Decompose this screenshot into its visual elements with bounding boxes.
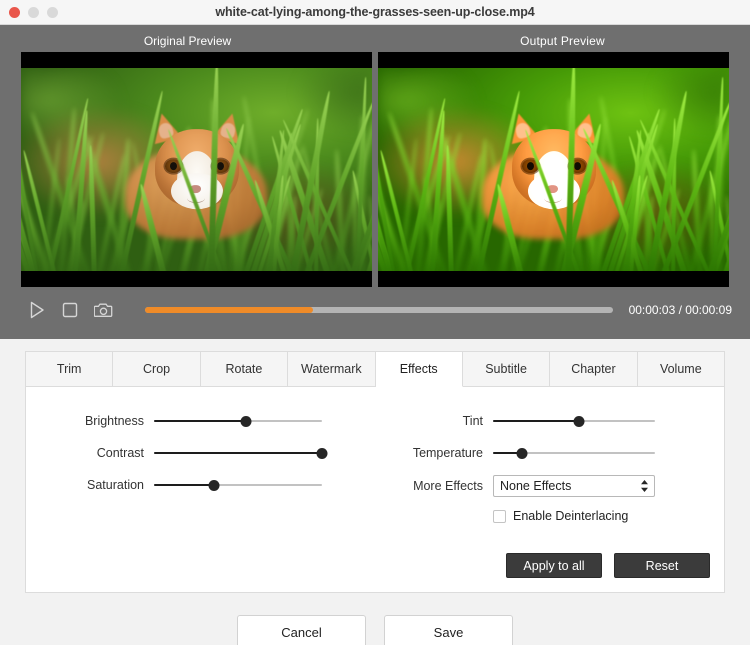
original-preview-video[interactable] [21, 52, 372, 287]
saturation-row: Saturation [26, 469, 375, 501]
preview-header: Original Preview Output Preview [0, 25, 750, 52]
cat-subject [143, 111, 251, 239]
timeline-scrubber[interactable] [145, 307, 613, 313]
letterbox-bar-top [378, 52, 729, 68]
slider-fill [493, 420, 579, 423]
play-button[interactable] [22, 297, 52, 323]
effects-panel: Brightness Contrast Sa [25, 387, 725, 593]
tint-row: Tint [375, 405, 724, 437]
tab-subtitle[interactable]: Subtitle [463, 351, 550, 387]
output-video-frame [378, 68, 729, 271]
effects-right-column: Tint Temperature More [375, 405, 724, 523]
letterbox-bar-bottom [378, 271, 729, 287]
slider-thumb[interactable] [517, 448, 528, 459]
footer-actions: Cancel Save [0, 593, 750, 645]
tab-trim[interactable]: Trim [25, 351, 113, 387]
tab-chapter[interactable]: Chapter [550, 351, 637, 387]
maximize-button[interactable] [47, 7, 58, 18]
cat-mouth [544, 193, 562, 203]
cat-eye-right [212, 159, 229, 173]
cat-eye-left [522, 159, 539, 173]
window-controls [9, 0, 58, 24]
tab-crop[interactable]: Crop [113, 351, 200, 387]
temperature-row: Temperature [375, 437, 724, 469]
more-effects-select[interactable]: None Effects [493, 475, 655, 497]
tint-label: Tint [375, 414, 483, 428]
slider-thumb[interactable] [573, 416, 584, 427]
slider-thumb[interactable] [209, 480, 220, 491]
video-editor-window: white-cat-lying-among-the-grasses-seen-u… [0, 0, 750, 645]
slider-thumb[interactable] [241, 416, 252, 427]
stop-button[interactable] [55, 297, 85, 323]
more-effects-row: More Effects None Effects [375, 469, 724, 503]
slider-fill [154, 452, 322, 455]
deinterlacing-checkbox[interactable] [493, 510, 506, 523]
slider-thumb[interactable] [317, 448, 328, 459]
reset-button[interactable]: Reset [614, 553, 710, 578]
time-display: 00:00:03 / 00:00:09 [629, 303, 732, 317]
play-icon [29, 301, 45, 319]
snapshot-button[interactable] [88, 297, 118, 323]
tab-volume[interactable]: Volume [638, 351, 725, 387]
original-video-frame [21, 68, 372, 271]
contrast-slider[interactable] [154, 445, 322, 461]
output-preview-label: Output Preview [375, 34, 750, 48]
tint-slider[interactable] [493, 413, 655, 429]
preview-area: Original Preview Output Preview [0, 25, 750, 339]
preview-panels [0, 52, 750, 287]
title-bar: white-cat-lying-among-the-grasses-seen-u… [0, 0, 750, 25]
tab-rotate[interactable]: Rotate [201, 351, 288, 387]
cancel-button[interactable]: Cancel [237, 615, 366, 645]
letterbox-bar-top [21, 52, 372, 68]
minimize-button[interactable] [28, 7, 39, 18]
window-title: white-cat-lying-among-the-grasses-seen-u… [0, 5, 750, 19]
contrast-label: Contrast [26, 446, 144, 460]
letterbox-bar-bottom [21, 271, 372, 287]
cat-nose [190, 185, 201, 193]
brightness-slider[interactable] [154, 413, 322, 429]
panel-actions: Apply to all Reset [506, 553, 710, 578]
apply-to-all-button[interactable]: Apply to all [506, 553, 602, 578]
slider-fill [154, 420, 246, 423]
output-preview-video[interactable] [378, 52, 729, 287]
timeline-progress [145, 307, 313, 313]
original-preview-label: Original Preview [0, 34, 375, 48]
brightness-row: Brightness [26, 405, 375, 437]
tabs-container: Trim Crop Rotate Watermark Effects Subti… [0, 339, 750, 387]
stop-icon [62, 302, 78, 318]
tab-watermark[interactable]: Watermark [288, 351, 375, 387]
tab-strip: Trim Crop Rotate Watermark Effects Subti… [25, 351, 725, 387]
saturation-label: Saturation [26, 478, 144, 492]
cat-subject [500, 111, 608, 239]
temperature-slider[interactable] [493, 445, 655, 461]
stepper-arrows-icon [640, 480, 649, 493]
deinterlacing-row: Enable Deinterlacing [493, 509, 724, 523]
cat-mouth [187, 193, 205, 203]
cat-eye-right [569, 159, 586, 173]
slider-fill [154, 484, 214, 487]
more-effects-value: None Effects [494, 479, 571, 493]
contrast-row: Contrast [26, 437, 375, 469]
temperature-label: Temperature [375, 446, 483, 460]
effects-left-column: Brightness Contrast Sa [26, 405, 375, 523]
brightness-label: Brightness [26, 414, 144, 428]
effects-controls: Brightness Contrast Sa [26, 387, 724, 523]
transport-bar: 00:00:03 / 00:00:09 [0, 287, 750, 333]
save-button[interactable]: Save [384, 615, 513, 645]
more-effects-label: More Effects [375, 479, 483, 493]
camera-icon [94, 302, 113, 318]
cat-nose [547, 185, 558, 193]
deinterlacing-label: Enable Deinterlacing [513, 509, 628, 523]
tab-effects[interactable]: Effects [376, 351, 463, 387]
close-button[interactable] [9, 7, 20, 18]
cat-eye-left [165, 159, 182, 173]
saturation-slider[interactable] [154, 477, 322, 493]
